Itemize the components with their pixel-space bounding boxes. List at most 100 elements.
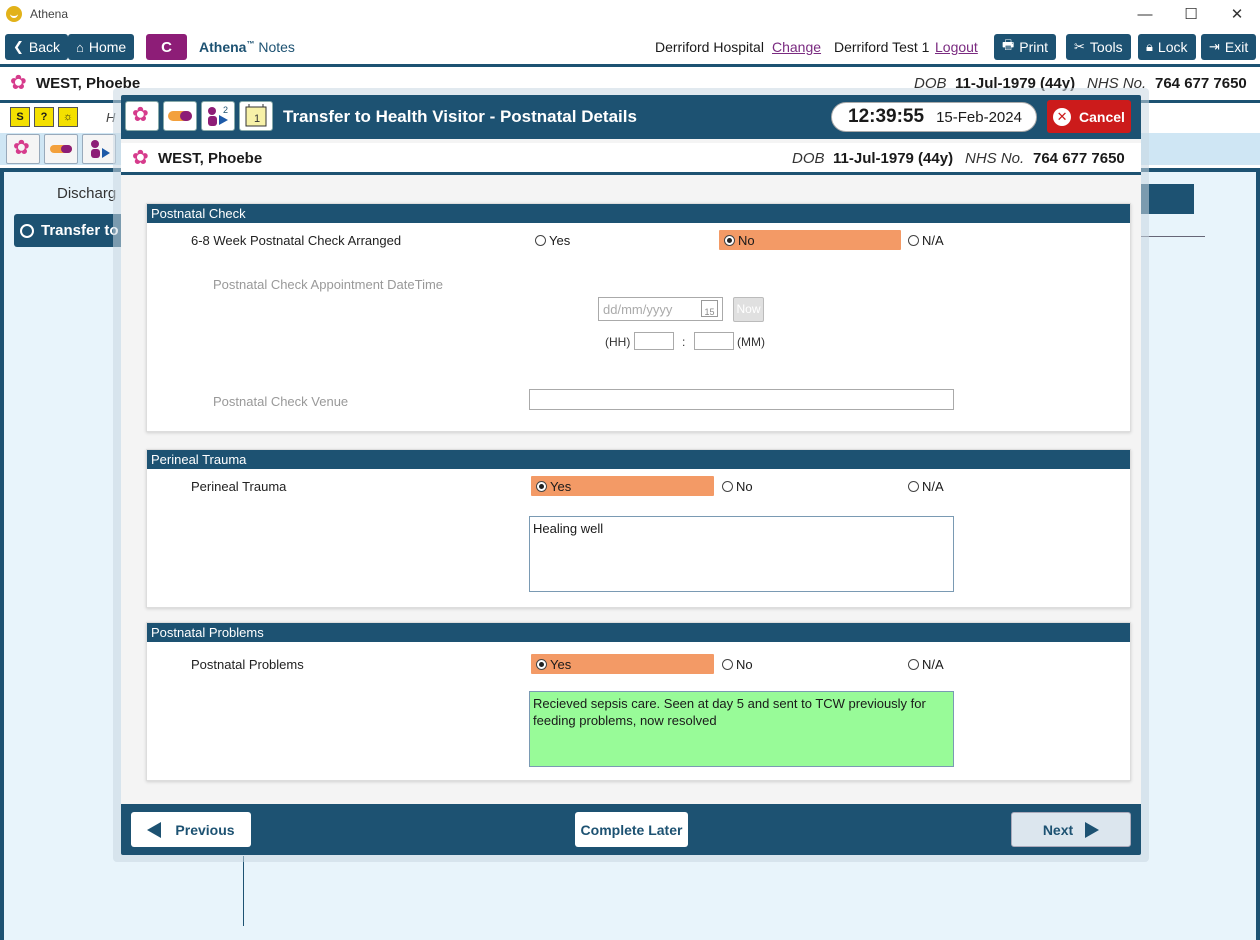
now-button[interactable]: Now [733, 297, 764, 322]
arrow-left-icon [147, 821, 162, 838]
dialog-footer: Previous Complete Later Next [121, 804, 1141, 855]
dialog-title: Transfer to Health Visitor - Postnatal D… [283, 107, 637, 126]
flower-icon [132, 148, 152, 169]
print-button[interactable]: 🖶 Print [994, 34, 1057, 60]
radio-icon [908, 234, 919, 246]
section-header: Postnatal Check [147, 204, 1130, 223]
time-separator: : [682, 335, 686, 349]
clock-date: 15-Feb-2024 [936, 108, 1022, 126]
back-button[interactable]: ❮ Back [5, 34, 69, 60]
home-button[interactable]: ⌂ Home [68, 34, 135, 60]
baby-transfer-icon[interactable]: 2 [201, 101, 235, 131]
previous-button[interactable]: Previous [131, 812, 251, 847]
cancel-button[interactable]: ✕ Cancel [1047, 100, 1131, 133]
exit-button[interactable]: ⇥ Exit [1201, 34, 1257, 60]
hours-input[interactable] [634, 332, 674, 350]
perineal-trauma-notes[interactable]: Healing well [529, 516, 954, 592]
postnatal-check-yes-radio[interactable]: Yes [535, 230, 570, 250]
nhs-value: 764 677 7650 [1155, 75, 1247, 92]
dialog-patient-banner: WEST, Phoebe DOB 11-Jul-1979 (44y) NHS N… [121, 143, 1141, 175]
venue-label: Postnatal Check Venue [213, 394, 349, 409]
medication-capsule-icon[interactable] [44, 134, 78, 164]
background-icon-toolbar [6, 134, 116, 164]
radio-icon [908, 658, 919, 670]
calendar-icon[interactable]: 15 [701, 300, 718, 317]
app-name: Athena™ Notes [199, 39, 295, 55]
quick-icons-row: S ? ☼ [10, 107, 78, 127]
dialog-header: 2 1 Transfer to Health Visitor - Postnat… [121, 95, 1141, 139]
dob-label: DOB [792, 150, 825, 167]
postnatal-check-section: Postnatal Check 6-8 Week Postnatal Check… [146, 203, 1131, 432]
radio-icon [535, 234, 546, 246]
notes-calendar-icon[interactable]: 1 [239, 101, 273, 131]
postnatal-problems-section: Postnatal Problems Postnatal Problems Ye… [146, 622, 1131, 781]
minimize-icon[interactable]: — [1122, 0, 1168, 28]
radio-icon [722, 480, 733, 492]
help-icon[interactable]: ? [34, 107, 54, 127]
flower-icon[interactable] [125, 101, 159, 131]
venue-input[interactable] [529, 389, 954, 410]
home-icon: ⌂ [76, 39, 84, 55]
change-hospital-link[interactable]: Change [772, 39, 821, 55]
background-right-line [1140, 236, 1205, 237]
window-title: Athena [30, 7, 69, 21]
arrow-right-icon [1085, 821, 1100, 838]
window-title-bar: Athena — ☐ ✕ [0, 0, 1260, 28]
lock-button[interactable]: 🔒︎ Lock [1138, 34, 1196, 60]
postnatal-problems-no-radio[interactable]: No [722, 654, 753, 674]
postnatal-problems-yes-radio[interactable]: Yes [531, 654, 714, 674]
tools-button[interactable]: ✂ Tools [1066, 34, 1131, 60]
next-button[interactable]: Next [1011, 812, 1131, 847]
close-window-icon[interactable]: ✕ [1214, 0, 1260, 28]
postnatal-check-na-radio[interactable]: N/A [908, 230, 944, 250]
section-header: Postnatal Problems [147, 623, 1130, 642]
window-controls: — ☐ ✕ [1122, 0, 1260, 28]
transfer-postnatal-dialog: 2 1 Transfer to Health Visitor - Postnat… [121, 95, 1141, 855]
printer-icon: 🖶 [1002, 37, 1015, 52]
appointment-date-input[interactable]: dd/mm/yyyy 15 [598, 297, 723, 321]
perineal-trauma-yes-radio[interactable]: Yes [531, 476, 714, 496]
background-vertical-line [243, 856, 244, 926]
settings-sun-icon[interactable]: ☼ [58, 107, 78, 127]
svg-text:2: 2 [223, 105, 228, 115]
appointment-datetime-label: Postnatal Check Appointment DateTime [213, 277, 444, 292]
radio-icon [722, 658, 733, 670]
svg-text:1: 1 [254, 113, 260, 125]
flower-icon [10, 73, 30, 94]
exit-icon: ⇥ [1209, 39, 1220, 54]
dob-value: 11-Jul-1979 (44y) [833, 150, 954, 167]
flower-icon[interactable] [6, 134, 40, 164]
section-header: Perineal Trauma [147, 450, 1130, 469]
minutes-input[interactable] [694, 332, 734, 350]
postnatal-problems-na-radio[interactable]: N/A [908, 654, 944, 674]
clock-time: 12:39:55 [848, 106, 925, 127]
nhs-label: NHS No. [965, 150, 1025, 167]
perineal-trauma-na-radio[interactable]: N/A [908, 476, 944, 496]
background-transfer-item[interactable]: Transfer to [14, 214, 124, 247]
nhs-value: 764 677 7650 [1033, 150, 1125, 167]
top-nav: ❮ Back ⌂ Home C Athena™ Notes Derriford … [0, 30, 1260, 64]
complete-later-button[interactable]: Complete Later [575, 812, 688, 847]
close-icon: ✕ [1053, 107, 1072, 126]
radio-icon [908, 480, 919, 492]
clock-display: 12:39:55 15-Feb-2024 [831, 102, 1037, 132]
tools-icon: ✂ [1074, 39, 1085, 54]
c-button[interactable]: C [146, 34, 187, 60]
medication-capsule-icon[interactable] [163, 101, 197, 131]
baby-transfer-icon[interactable] [82, 134, 116, 164]
postnatal-check-no-radio[interactable]: No [719, 230, 901, 250]
postnatal-problems-notes[interactable]: Recieved sepsis care. Seen at day 5 and … [529, 691, 954, 767]
perineal-trauma-no-radio[interactable]: No [722, 476, 753, 496]
athena-logo-icon [6, 6, 22, 22]
hospital-label: Derriford Hospital [655, 39, 764, 55]
maximize-icon[interactable]: ☐ [1168, 0, 1214, 28]
radio-selected-icon [536, 658, 547, 670]
status-s-icon[interactable]: S [10, 107, 30, 127]
patient-name: WEST, Phoebe [158, 150, 263, 167]
radio-circle-icon [20, 223, 34, 238]
dialog-body: Postnatal Check 6-8 Week Postnatal Check… [121, 179, 1141, 799]
logout-link[interactable]: Logout [935, 39, 978, 55]
user-label: Derriford Test 1 [834, 39, 930, 55]
perineal-trauma-label: Perineal Trauma [191, 479, 287, 494]
postnatal-problems-label: Postnatal Problems [191, 657, 304, 672]
